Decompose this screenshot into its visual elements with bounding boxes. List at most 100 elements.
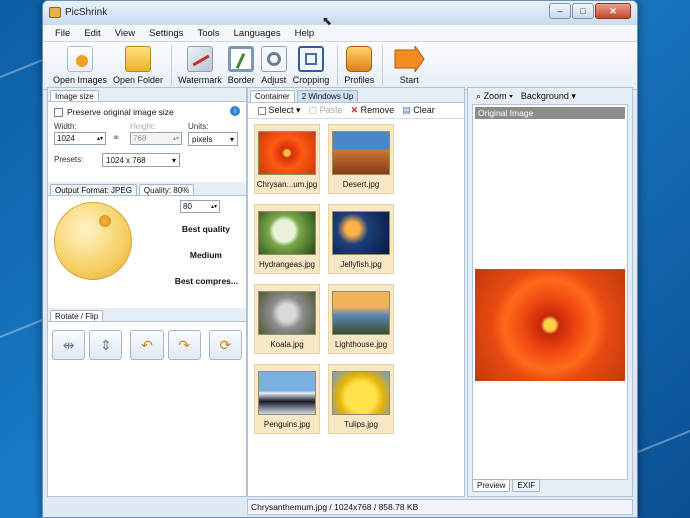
cropping-icon [298, 46, 325, 72]
thumbnail-image [258, 371, 316, 415]
quality-medium-label: Medium [189, 250, 222, 260]
start-button[interactable]: Start [393, 44, 425, 89]
tab-quality[interactable]: Quality: 80% [138, 184, 195, 195]
adjust-button[interactable]: Adjust [260, 46, 287, 89]
thumbnail-caption: Koala.jpg [270, 340, 304, 349]
settings-panel: Image size Preserve original image size … [47, 87, 247, 497]
watermark-button[interactable]: Watermark [178, 46, 222, 89]
thumbnail-caption: Jellyfish.jpg [340, 260, 382, 269]
flip-horizontal-button[interactable]: ⇹ [52, 330, 86, 360]
flip-vertical-button[interactable]: ⇕ [89, 330, 123, 360]
thumbnail-caption: Lighthouse.jpg [334, 340, 388, 349]
thumbnail-image [332, 371, 390, 415]
zoom-dropdown[interactable]: ⌕ Zoom ▾ [476, 91, 513, 102]
remove-button[interactable]: ✕ Remove [351, 105, 395, 116]
mouse-cursor-icon: ⬉ [322, 14, 333, 28]
menu-settings[interactable]: Settings [149, 28, 183, 39]
select-button[interactable]: Select ▾ [258, 105, 301, 116]
menu-languages[interactable]: Languages [234, 28, 281, 39]
tab-image-size[interactable]: Image size [50, 90, 99, 101]
remove-icon: ✕ [350, 105, 359, 115]
quality-input[interactable]: 80 ▴▾ [180, 200, 220, 213]
units-select[interactable]: pixels ▾ [188, 132, 238, 146]
app-window: PicShrink – □ ✕ File Edit View Settings … [42, 0, 638, 518]
background-dropdown[interactable]: Background ▾ [521, 91, 576, 102]
presets-select[interactable]: 1024 x 768 ▾ [102, 153, 180, 167]
quality-dial-knob[interactable] [99, 215, 111, 227]
open-folder-icon [125, 46, 152, 72]
tab-exif[interactable]: EXIF [512, 479, 541, 492]
tab-output-format[interactable]: Output Format: JPEG [50, 184, 137, 195]
preserve-size-checkbox[interactable] [54, 107, 63, 117]
open-images-icon [67, 46, 94, 72]
start-arrow-icon [393, 44, 425, 74]
height-label: Height: [130, 122, 156, 131]
thumbnail-item[interactable]: Penguins.jpg [254, 364, 320, 434]
tab-rotate-flip[interactable]: Rotate / Flip [50, 310, 104, 321]
thumbnail-item[interactable]: Hydrangeas.jpg [254, 204, 320, 274]
thumbnail-item[interactable]: Jellyfish.jpg [328, 204, 394, 274]
border-icon [228, 46, 255, 72]
minimize-button[interactable]: – [549, 3, 571, 19]
original-image-bar: Original Image [475, 107, 625, 119]
border-button[interactable]: Border [228, 46, 255, 89]
preview-area: Original Image [472, 104, 628, 480]
toolbar-separator [171, 45, 173, 85]
thumbnail-image [332, 291, 390, 335]
open-folder-button[interactable]: Open Folder [113, 46, 163, 89]
desktop-streak [633, 407, 690, 455]
thumbnail-image [258, 291, 316, 335]
presets-label: Presets: [54, 155, 84, 164]
paste-button[interactable]: ▢ Paste [309, 105, 343, 116]
clear-button[interactable]: ▤ Clear [402, 105, 435, 116]
thumbnail-image [258, 211, 316, 255]
tab-2-windows-up[interactable]: 2 Windows Up [296, 90, 359, 102]
status-text: Chrysanthemum.jpg / 1024x768 / 858.78 KB [251, 502, 419, 512]
units-label: Units: [188, 122, 209, 131]
thumbnail-item[interactable]: Lighthouse.jpg [328, 284, 394, 354]
menu-tools[interactable]: Tools [197, 28, 219, 39]
close-button[interactable]: ✕ [595, 3, 631, 19]
preview-panel: ⌕ Zoom ▾ Background ▾ Original Image Pre… [467, 87, 633, 497]
width-label: Width: [54, 122, 77, 131]
maximize-button[interactable]: □ [572, 3, 594, 19]
width-input[interactable]: 1024 ▴▾ [54, 132, 106, 145]
preview-image [475, 269, 625, 381]
main-toolbar: Open Images Open Folder Watermark Border… [43, 42, 637, 90]
paste-icon: ▢ [308, 105, 318, 115]
thumbnail-caption: Tulips.jpg [344, 420, 378, 429]
thumbnail-image [258, 131, 316, 175]
clear-icon: ▤ [402, 105, 411, 115]
menu-file[interactable]: File [55, 28, 70, 39]
thumbnail-item[interactable]: Tulips.jpg [328, 364, 394, 434]
tab-container[interactable]: Container [250, 90, 295, 102]
height-input[interactable]: 768 ▴▾ [130, 132, 182, 145]
quality-best-label: Best quality [181, 224, 230, 234]
menu-view[interactable]: View [115, 28, 135, 39]
menu-help[interactable]: Help [295, 28, 315, 39]
rotate-right-button[interactable]: ↷ [167, 330, 201, 360]
link-aspect-icon[interactable]: ⚭ [112, 133, 120, 144]
thumbnail-item[interactable]: Chrysan...um.jpg [254, 124, 320, 194]
thumbnail-caption: Desert.jpg [342, 180, 380, 189]
cropping-button[interactable]: Cropping [293, 46, 329, 89]
auto-rotate-button[interactable]: ⟳ [208, 330, 243, 360]
menu-edit[interactable]: Edit [84, 28, 100, 39]
info-icon[interactable]: i [230, 106, 240, 116]
toolbar-separator [337, 45, 339, 85]
thumbnail-caption: Hydrangeas.jpg [258, 260, 316, 269]
preserve-size-label: Preserve original image size [67, 107, 174, 117]
open-images-button[interactable]: Open Images [53, 46, 107, 89]
thumbnail-item[interactable]: Desert.jpg [328, 124, 394, 194]
thumbnail-caption: Penguins.jpg [263, 420, 311, 429]
quality-compression-label: Best compres... [174, 276, 238, 286]
app-icon [49, 7, 61, 18]
zoom-icon: ⌕ [476, 90, 482, 101]
status-bar: Chrysanthemum.jpg / 1024x768 / 858.78 KB [247, 499, 633, 515]
profiles-button[interactable]: Profiles [344, 46, 374, 89]
rotate-left-button[interactable]: ↶ [130, 330, 164, 360]
profiles-icon [346, 46, 373, 72]
quality-dial[interactable] [54, 202, 132, 280]
thumbnail-item[interactable]: Koala.jpg [254, 284, 320, 354]
tab-preview[interactable]: Preview [472, 479, 511, 492]
